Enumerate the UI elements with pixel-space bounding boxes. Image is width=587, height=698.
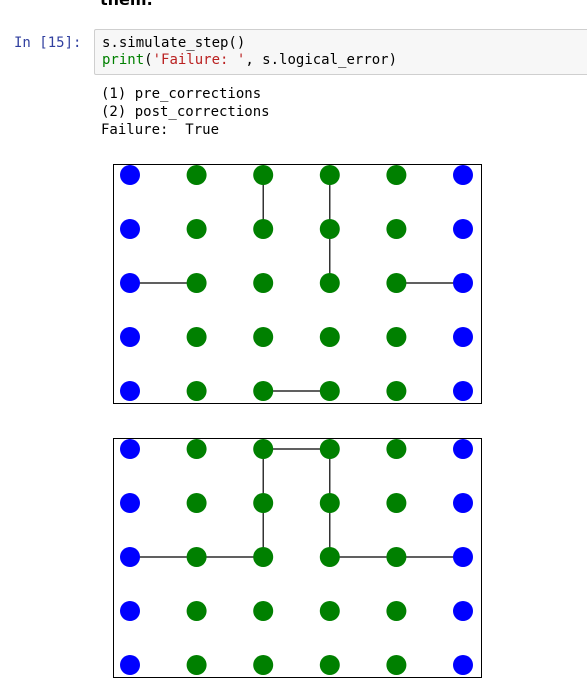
- bulk-node: [186, 493, 207, 513]
- bulk-node: [319, 381, 340, 401]
- boundary-node: [120, 381, 140, 401]
- boundary-node: [453, 327, 473, 347]
- post-corrections-plot: [113, 438, 482, 678]
- code-paren: (: [144, 52, 153, 68]
- bulk-node: [186, 381, 207, 401]
- bulk-node: [186, 547, 207, 567]
- bulk-node: [386, 327, 407, 347]
- boundary-node: [453, 601, 473, 621]
- bulk-node: [386, 165, 407, 185]
- boundary-node: [453, 165, 473, 185]
- bulk-node: [253, 601, 274, 621]
- bulk-node: [319, 327, 340, 347]
- bulk-node: [253, 273, 274, 293]
- bulk-node: [319, 165, 340, 185]
- bulk-node: [253, 165, 274, 185]
- pre-corrections-plot: [113, 164, 482, 404]
- boundary-node: [120, 493, 140, 513]
- bulk-node: [386, 219, 407, 239]
- boundary-node: [453, 219, 473, 239]
- output-line-2: (2) post_corrections: [101, 104, 270, 120]
- boundary-node: [453, 381, 473, 401]
- bulk-node: [186, 655, 207, 675]
- bulk-node: [319, 547, 340, 567]
- plot-frame: [113, 438, 482, 678]
- code-string: 'Failure: ': [152, 52, 246, 68]
- bulk-node: [186, 165, 207, 185]
- bulk-node: [319, 439, 340, 459]
- bulk-node: [386, 381, 407, 401]
- bulk-node: [386, 493, 407, 513]
- bulk-node: [319, 273, 340, 293]
- bulk-node: [253, 439, 274, 459]
- code-text: s.simulate_step(): [102, 35, 246, 51]
- bulk-node: [186, 219, 207, 239]
- boundary-node: [120, 327, 140, 347]
- boundary-node: [120, 165, 140, 185]
- bulk-node: [319, 493, 340, 513]
- bulk-node: [253, 219, 274, 239]
- boundary-node: [120, 439, 140, 459]
- boundary-node: [120, 655, 140, 675]
- plot-frame: [113, 164, 482, 404]
- bulk-node: [253, 493, 274, 513]
- bulk-node: [253, 381, 274, 401]
- cell-output: (1) pre_corrections (2) post_corrections…: [101, 85, 270, 139]
- code-line-2: print('Failure: ', s.logical_error): [102, 52, 587, 69]
- bulk-node: [186, 601, 207, 621]
- code-builtin: print: [102, 52, 145, 68]
- bulk-node: [386, 601, 407, 621]
- bulk-node: [253, 547, 274, 567]
- bulk-node: [253, 327, 274, 347]
- bulk-node: [386, 273, 407, 293]
- boundary-node: [120, 547, 140, 567]
- boundary-node: [453, 439, 473, 459]
- output-line-3: Failure: True: [101, 122, 220, 138]
- boundary-node: [453, 655, 473, 675]
- boundary-node: [120, 273, 140, 293]
- bulk-node: [386, 439, 407, 459]
- bulk-node: [253, 655, 274, 675]
- boundary-node: [120, 601, 140, 621]
- boundary-node: [453, 493, 473, 513]
- output-line-1: (1) pre_corrections: [101, 86, 262, 102]
- bulk-node: [186, 327, 207, 347]
- bulk-node: [319, 219, 340, 239]
- code-text: , s.logical_error): [245, 52, 398, 68]
- bulk-node: [319, 601, 340, 621]
- boundary-node: [453, 547, 473, 567]
- boundary-node: [453, 273, 473, 293]
- previous-cell-text: them.: [100, 0, 153, 9]
- input-prompt: In [15]:: [14, 35, 82, 51]
- bulk-node: [186, 273, 207, 293]
- code-line-1: s.simulate_step(): [102, 35, 587, 52]
- bulk-node: [386, 547, 407, 567]
- code-input-area[interactable]: s.simulate_step() print('Failure: ', s.l…: [94, 29, 587, 75]
- bulk-node: [319, 655, 340, 675]
- boundary-node: [120, 219, 140, 239]
- bulk-node: [386, 655, 407, 675]
- bulk-node: [186, 439, 207, 459]
